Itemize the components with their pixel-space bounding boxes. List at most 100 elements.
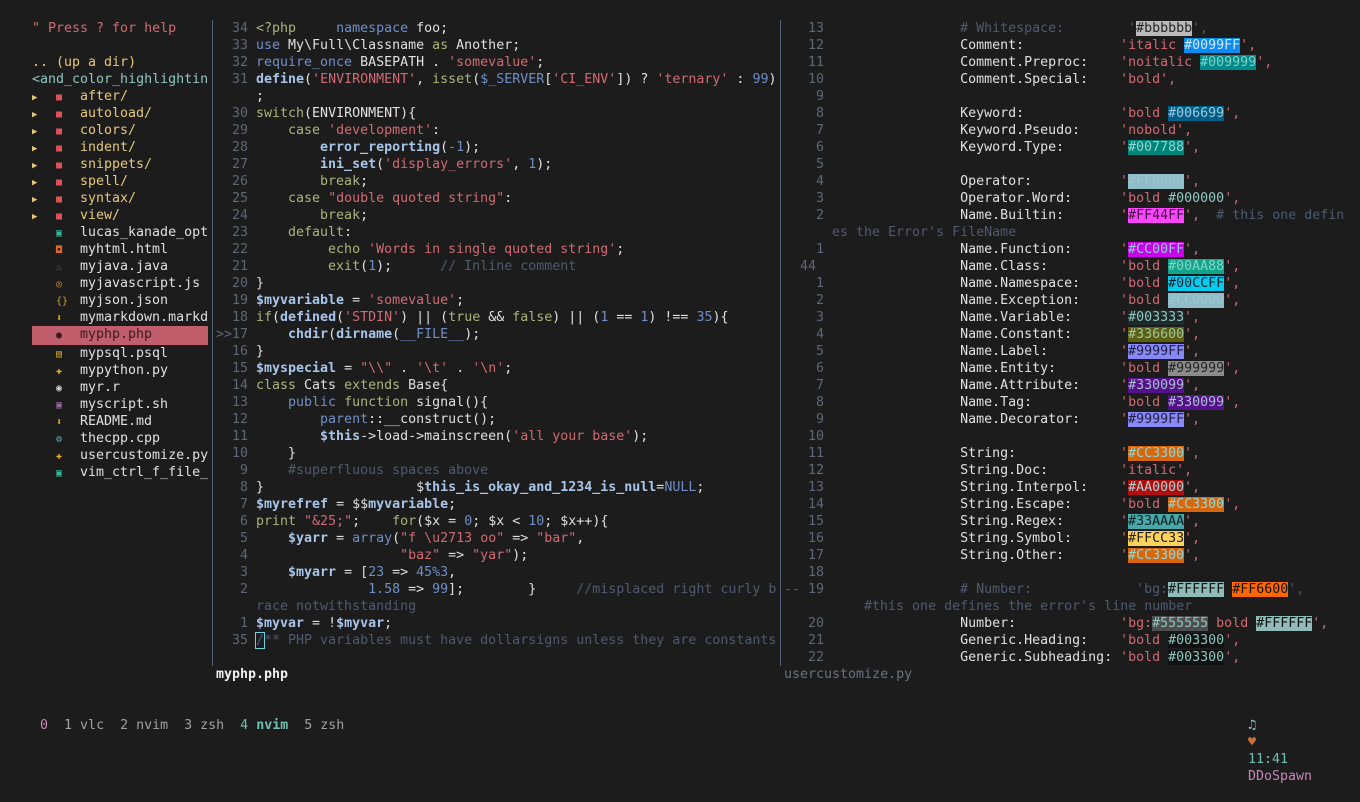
tmux-window-1[interactable]: 1 vlc (64, 718, 104, 733)
code-token: } (256, 276, 265, 291)
style-value: 'italic', (1120, 463, 1193, 478)
tree-file-item[interactable]: ● myphp.php (32, 326, 208, 345)
line-number: 31 (216, 72, 257, 87)
tree-file-item[interactable]: ◎ myjavascript.js (32, 275, 208, 292)
code-line: 3 $myarr = [23 => 45%3, (216, 564, 778, 581)
tree-dir-item[interactable]: ▶ ■ colors/ (32, 122, 208, 139)
style-value: 'bg: (1120, 582, 1169, 597)
code-line: 1 Name.Function: '#CC00FF', (784, 241, 1360, 258)
tree-file-item[interactable]: ◘ myhtml.html (32, 241, 208, 258)
style-value: ', (1240, 38, 1257, 53)
code-token: $myrefref (256, 497, 329, 512)
style-value: ' (1120, 480, 1129, 495)
editor-pane-python[interactable]: 13 # Whitespace: '#bbbbbb', 12 Comment: '… (784, 20, 1360, 666)
tree-items: ▶ ■ after/▶ ■ autoload/▶ ■ colors/▶ ■ indent… (32, 88, 208, 481)
color-swatch: #FFCC33 (1128, 531, 1185, 546)
style-value: ', (1184, 531, 1201, 546)
line-number: 9 (784, 89, 833, 104)
line-number: 18 (784, 565, 833, 580)
tree-file-item[interactable]: ▣ lucas_kanade_opti (32, 224, 208, 241)
tree-dir-item[interactable]: ▶ ■ spell/ (32, 173, 208, 190)
tree-dir-item[interactable]: ▶ ■ autoload/ (32, 105, 208, 122)
code-token: ; (696, 480, 705, 495)
tree-file-item[interactable]: ✚ usercustomize.py (32, 447, 208, 464)
tmux-window-2[interactable]: 2 nvim (120, 718, 168, 733)
tmux-window-5[interactable]: 5 zsh (304, 718, 344, 733)
tree-file-item[interactable]: ▣ myscript.sh (32, 396, 208, 413)
style-value: bold (1208, 616, 1257, 631)
tmux-window-3[interactable]: 3 zsh (184, 718, 224, 733)
code-token: ** PHP variables must have dollarsigns u… (264, 633, 777, 648)
code-token: ini_set (256, 157, 377, 172)
window-index: 3 (184, 718, 193, 733)
style-value: 'bold (1120, 259, 1169, 274)
style-key: String.Doc: (960, 463, 1049, 478)
tree-dir-item[interactable]: ▶ ■ syntax/ (32, 190, 208, 207)
tree-file-item[interactable]: ✚ mypython.py (32, 362, 208, 379)
code-line: 28 error_reporting(-1); (216, 139, 778, 156)
tree-file-item[interactable]: ▣ vim_ctrl_f_file_c (32, 464, 208, 481)
code-token: print (256, 514, 305, 529)
tree-file-item[interactable]: ⬇ mymarkdown.markdo (32, 309, 208, 326)
code-token: ) || ( (400, 310, 449, 325)
code-line: 2 Name.Builtin: '#FF44FF', # this one def… (784, 207, 1360, 224)
root-dir[interactable]: <and_color_highlightin (32, 71, 208, 88)
tree-file-item[interactable]: ⚙ thecpp.cpp (32, 430, 208, 447)
code-line: 15 $myspecial = "\\" . '\t' . '\n'; (216, 360, 778, 377)
style-value: ', (1224, 191, 1241, 206)
line-number: 44 (784, 259, 833, 274)
style-value: 'bold', (1120, 72, 1177, 87)
code-line: #this one defines the error's line numbe… (784, 598, 1360, 615)
line-number (784, 224, 832, 241)
tree-file-item[interactable]: ♨ myjava.java (32, 258, 208, 275)
split-divider[interactable] (212, 20, 213, 666)
tmux-window-4[interactable]: 4 nvim (240, 718, 288, 733)
tmux-window-0[interactable]: 0 (40, 718, 48, 733)
tree-file-item[interactable]: ◉ myr.r (32, 379, 208, 396)
tree-dir-item[interactable]: ▶ ■ after/ (32, 88, 208, 105)
style-value: ' (1120, 412, 1129, 427)
tree-file-item[interactable]: ⬇ README.md (32, 413, 208, 430)
tree-file-item[interactable]: {} myjson.json (32, 292, 208, 309)
line-number: 1 (784, 242, 833, 257)
split-divider[interactable] (780, 20, 781, 666)
code-token: : (728, 72, 753, 87)
style-value: ' (1120, 208, 1129, 223)
style-value: ' (1120, 21, 1137, 36)
code-token: exit (256, 259, 361, 274)
tree-file-item[interactable]: ▤ mypsql.psql (32, 345, 208, 362)
style-value: ' (1120, 548, 1129, 563)
line-number: 9 (784, 412, 833, 427)
style-key: Name.Label: (960, 344, 1049, 359)
style-value: ', (1184, 344, 1201, 359)
line-number: 16 (784, 531, 833, 546)
line-number: 8 (216, 480, 257, 495)
code-token: $myvariable (256, 293, 345, 308)
tree-dir-item[interactable]: ▶ ■ indent/ (32, 139, 208, 156)
up-dir-item[interactable]: .. (up a dir) (32, 54, 208, 71)
folder-icon: ■ (56, 211, 63, 222)
code-token: $myvar (336, 616, 385, 631)
editor-pane-php[interactable]: 34 <?php namespace foo; 33 use My\Full\C… (216, 20, 778, 649)
code-token: "double quoted string" (328, 191, 505, 206)
code-token: = [ (336, 565, 369, 580)
file-name: vim_ctrl_f_file_c (72, 465, 208, 480)
code-token: ; (456, 293, 465, 308)
tree-dir-item[interactable]: ▶ ■ snippets/ (32, 156, 208, 173)
code-token: 'Words in single quoted string' (368, 242, 617, 257)
line-number: 12 (784, 463, 833, 478)
tree-dir-item[interactable]: ▶ ■ view/ (32, 207, 208, 224)
code-token: 23 (368, 565, 385, 580)
line-number: 3 (784, 191, 833, 206)
line-number: 21 (784, 633, 833, 648)
code-line: 19 $myvariable = 'somevalue'; (216, 292, 778, 309)
folder-icon: ■ (56, 92, 63, 103)
code-token: $_SERVER (480, 72, 545, 87)
